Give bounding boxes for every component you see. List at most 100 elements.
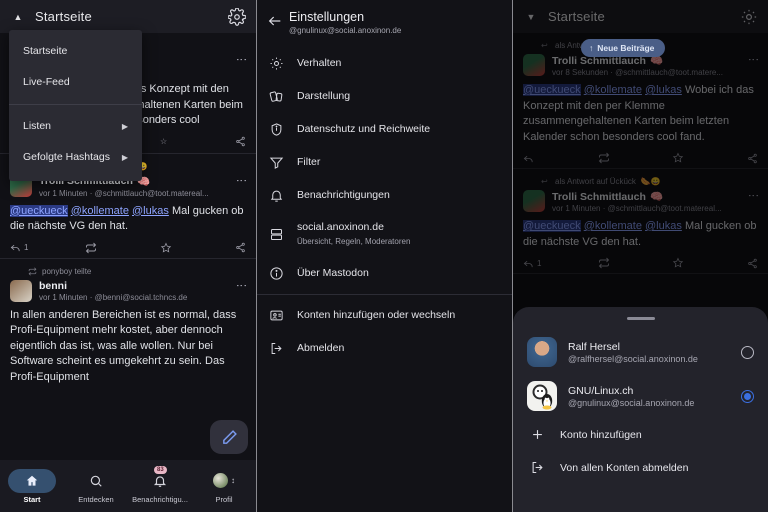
chevron-right-icon: ▶ [121,122,128,131]
menu-item-listen[interactable]: Listen ▶ [9,111,142,142]
server-icon [267,227,285,242]
compose-pencil-icon [221,429,238,446]
post-text: In allen anderen Bereichen ist es normal… [10,308,237,383]
menu-item-label: Gefolgte Hashtags [23,151,110,163]
gnu-linux-avatar-icon [532,384,553,410]
menu-item-label: Live-Feed [23,76,70,88]
mention-link[interactable]: @kollemate [71,205,129,217]
account-name: Ralf Hersel [568,340,620,353]
sheet-action-label: Von allen Konten abmelden [560,461,689,474]
avatar [527,337,557,367]
sheet-drag-handle[interactable] [626,317,655,320]
settings-item-label: Verhalten [297,57,342,69]
plus-icon [527,427,547,442]
settings-header: Einstellungen @gnulinux@social.anoxinon.… [257,0,512,47]
settings-item-label: Abmelden [297,342,345,354]
settings-item-label: Filter [297,156,321,168]
share-action[interactable] [235,136,246,147]
sheet-action-label: Konto hinzufügen [560,428,642,441]
favourite-action[interactable]: ☆ [160,137,235,146]
nav-item-profil[interactable]: ↕ Profil [192,469,256,504]
settings-item-label: Benachrichtigungen [297,189,390,201]
three-panel-screenshot: ▲ Startseite ↩ ittlauch@toot. [0,0,768,512]
author-label: benni [39,279,67,292]
settings-item-datenschutz[interactable]: Datenschutz und Reichweite [257,113,512,146]
sheet-action-konto-hinzufuegen[interactable]: Konto hinzufügen [513,418,768,451]
mention-link[interactable]: @lukas [132,205,169,217]
share-action[interactable] [235,242,246,253]
menu-item-startseite[interactable]: Startseite [9,36,142,67]
avatar[interactable] [10,279,32,302]
chevron-up-icon[interactable]: ▲ [10,12,26,22]
instance-domain: social.anoxinon.de [297,221,384,233]
nav-pill-selected [8,468,56,493]
favourite-action[interactable] [160,242,235,254]
nav-item-benachrichtigungen[interactable]: 83 Benachrichtigu... [128,465,192,504]
compose-fab-button[interactable] [210,420,248,454]
nav-item-entdecken[interactable]: Entdecken [64,469,128,504]
account-row-ralf-hersel[interactable]: Ralf Hersel @ralfhersel@social.anoxinon.… [513,330,768,374]
back-arrow-icon[interactable] [267,10,289,29]
post-more-icon[interactable]: ⋮ [235,54,247,66]
settings-item-label: Darstellung [297,90,351,102]
account-radio-unselected[interactable] [741,345,754,359]
avatar-icon: ↕ [200,469,248,493]
settings-item-label: social.anoxinon.de Übersicht, Regeln, Mo… [297,221,410,248]
switch-account-icon [267,308,285,323]
post-context-label: ponyboy teilte [42,266,92,276]
left-appbar-title: Startseite [35,9,92,24]
logout-icon [267,341,285,356]
avatar [527,381,557,411]
new-posts-button[interactable]: ↑ Neue Beiträge [581,39,666,57]
post-more-icon[interactable]: ⋮ [235,280,247,292]
nav-item-start[interactable]: Start [0,468,64,504]
sheet-action-alle-abmelden[interactable]: Von allen Konten abmelden [513,451,768,484]
settings-item-instance[interactable]: social.anoxinon.de Übersicht, Regeln, Mo… [257,212,512,257]
post-handle: vor 1 Minuten · @benni@social.tchncs.de [39,292,188,302]
boost-action[interactable] [85,242,160,254]
settings-divider [257,294,512,295]
post-item[interactable]: ponyboy teilte benni vor 1 Minuten · @be… [0,259,256,390]
account-name: GNU/Linux.ch [568,384,634,397]
post-text: @ueckueck @kollemate @lukas Mal gucken o… [10,204,246,235]
account-handle: @gnulinux@social.anoxinon.de [568,397,695,408]
account-radio-selected[interactable] [741,389,754,403]
reply-action[interactable]: 1 [10,242,85,253]
settings-subtitle: @gnulinux@social.anoxinon.de [289,26,402,35]
logout-icon [527,460,547,475]
gear-icon [267,56,285,71]
settings-title: Einstellungen [289,10,365,24]
menu-divider [9,104,142,105]
settings-item-benachrichtigungen[interactable]: Benachrichtigungen [257,179,512,212]
mention-link[interactable]: @ueckueck [10,204,68,217]
settings-item-filter[interactable]: Filter [257,146,512,179]
arrow-up-icon: ↑ [589,43,594,53]
menu-item-label: Listen [23,120,52,132]
shield-icon [267,122,285,137]
nav-label: Profil [215,494,233,504]
menu-item-live-feed[interactable]: Live-Feed [9,67,142,98]
chevron-right-icon: ▶ [121,153,128,162]
post-handle: vor 1 Minuten · @schmittlauch@toot.mater… [39,188,209,198]
settings-item-abmelden[interactable]: Abmelden [257,332,512,365]
bell-icon [267,188,285,203]
reply-count: 1 [24,243,29,252]
new-posts-label: Neue Beiträge [597,43,655,53]
post-actions[interactable]: 1 [10,242,246,254]
post-more-icon[interactable]: ⋮ [235,175,247,187]
bottom-navigation[interactable]: Start Entdecken 83 Benachrichtigu... ↕ P… [0,460,256,512]
search-icon [72,469,120,493]
settings-item-konten-wechseln[interactable]: Konten hinzufügen oder wechseln [257,299,512,332]
nav-label: Start [23,494,41,504]
notification-badge: 83 [154,465,167,474]
post-context: ponyboy teilte [10,267,246,276]
settings-item-ueber-mastodon[interactable]: Über Mastodon [257,257,512,290]
instance-subtitle: Übersicht, Regeln, Moderatoren [297,237,411,246]
panel-right-account-switcher: ▼ Startseite ↩ als Antwort auf Tro [512,0,768,512]
timeline-switch-menu[interactable]: Startseite Live-Feed Listen ▶ Gefolgte H… [9,30,142,181]
account-row-gnulinux[interactable]: GNU/Linux.ch @gnulinux@social.anoxinon.d… [513,374,768,418]
settings-item-darstellung[interactable]: Darstellung [257,80,512,113]
gear-icon[interactable] [228,7,246,26]
settings-item-verhalten[interactable]: Verhalten [257,47,512,80]
menu-item-gefolgte-hashtags[interactable]: Gefolgte Hashtags ▶ [9,142,142,173]
